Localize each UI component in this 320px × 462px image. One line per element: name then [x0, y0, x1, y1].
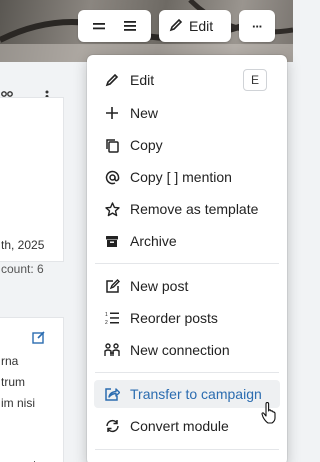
menu-item-label: New	[130, 105, 159, 121]
menu-item-label: New connection	[130, 342, 230, 358]
menu-item-label: Transfer to campaign	[130, 386, 262, 402]
menu-item-convert-module[interactable]: Convert module	[87, 411, 287, 441]
svg-text:1: 1	[105, 312, 108, 318]
menu-separator	[95, 449, 279, 450]
list-icon[interactable]	[123, 20, 137, 32]
svg-text:2: 2	[105, 320, 108, 325]
card-text-line: trum	[1, 375, 25, 389]
new-post-icon	[103, 277, 121, 295]
at-icon	[103, 168, 121, 186]
context-menu: Edit E New Copy Copy [ ] mention Remove …	[87, 55, 287, 462]
edit-square-icon[interactable]	[32, 330, 46, 349]
menu-item-remove-template[interactable]: Remove as template	[87, 194, 287, 224]
card-1[interactable]: th, 2025 count: 6	[0, 97, 64, 276]
star-icon	[103, 200, 121, 218]
header-toolbar: Edit ···	[78, 10, 275, 42]
convert-icon	[103, 417, 121, 435]
card-text-line: im nisi	[1, 396, 36, 410]
card-text-line: onsect	[1, 458, 36, 462]
more-icon: ···	[252, 18, 263, 34]
menu-item-edit[interactable]: Edit E	[87, 65, 287, 95]
copy-icon	[103, 136, 121, 154]
menu-item-new-post[interactable]: New post	[87, 271, 287, 301]
archive-icon	[103, 232, 121, 250]
menu-item-copy[interactable]: Copy	[87, 130, 287, 160]
card-count: count: 6	[1, 262, 44, 276]
card-text-line: rna	[1, 354, 19, 368]
more-options-button[interactable]: ···	[239, 10, 275, 42]
plus-icon	[103, 104, 121, 122]
menu-item-label: New post	[130, 278, 189, 294]
menu-item-label: Edit	[130, 72, 155, 88]
menu-separator	[95, 372, 279, 373]
card-date: th, 2025	[1, 238, 45, 252]
menu-item-transfer-to-campaign[interactable]: Transfer to campaign	[87, 379, 287, 409]
menu-item-label: Remove as template	[130, 201, 259, 217]
menu-separator	[95, 263, 279, 264]
hand-cursor-icon	[261, 401, 279, 429]
edit-button-label: Edit	[189, 18, 214, 34]
people-icon	[103, 341, 121, 359]
menu-item-reorder-posts[interactable]: 12 Reorder posts	[87, 303, 287, 333]
menu-item-label: Copy	[130, 137, 163, 153]
menu-item-copy-mention[interactable]: Copy [ ] mention	[87, 162, 287, 192]
menu-item-label: Reorder posts	[130, 310, 218, 326]
menu-item-archive[interactable]: Archive	[87, 226, 287, 256]
menu-item-label: Copy [ ] mention	[130, 169, 232, 185]
equals-icon[interactable]	[92, 21, 106, 31]
menu-item-new-connection[interactable]: New connection	[87, 335, 287, 365]
menu-item-new[interactable]: New	[87, 98, 287, 128]
share-icon	[103, 385, 121, 403]
view-toggle-group	[78, 10, 151, 42]
card-2[interactable]: rna trum im nisi onsect	[0, 317, 64, 462]
menu-item-label: Archive	[130, 233, 177, 249]
reorder-icon: 12	[103, 309, 121, 327]
menu-item-label: Convert module	[130, 418, 229, 434]
pencil-icon	[103, 71, 121, 89]
pencil-icon	[169, 18, 183, 35]
edit-button[interactable]: Edit	[159, 10, 231, 42]
shortcut-badge: E	[243, 69, 267, 91]
